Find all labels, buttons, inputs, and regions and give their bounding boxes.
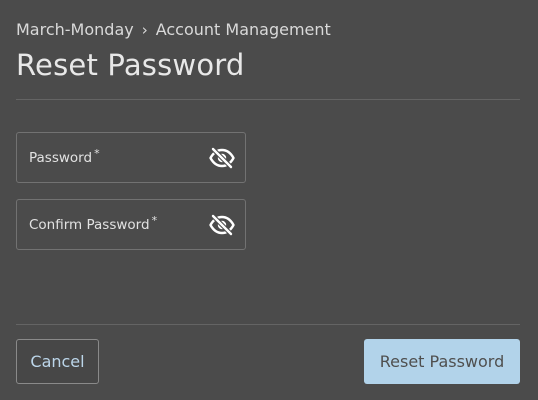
confirm-password-label: Confirm Password *	[29, 213, 158, 233]
password-label-text: Password	[29, 149, 93, 166]
required-mark: *	[151, 213, 158, 227]
password-label: Password *	[29, 146, 100, 166]
cancel-button[interactable]: Cancel	[16, 339, 99, 384]
confirm-password-field[interactable]: Confirm Password *	[16, 199, 246, 250]
reset-password-button[interactable]: Reset Password	[364, 339, 520, 384]
breadcrumb-org[interactable]: March-Monday	[16, 20, 134, 39]
footer-divider	[16, 324, 520, 325]
breadcrumb: March-Monday › Account Management	[16, 20, 331, 39]
header-divider	[16, 99, 520, 100]
page-title: Reset Password	[16, 48, 245, 82]
confirm-password-label-text: Confirm Password	[29, 216, 150, 233]
required-mark: *	[94, 146, 100, 160]
password-field[interactable]: Password *	[16, 132, 246, 183]
eye-off-icon[interactable]	[209, 212, 235, 238]
breadcrumb-separator: ›	[141, 20, 148, 39]
breadcrumb-section[interactable]: Account Management	[156, 20, 331, 39]
eye-off-icon[interactable]	[209, 145, 235, 171]
reset-password-dialog: March-Monday › Account Management Reset …	[0, 0, 538, 400]
